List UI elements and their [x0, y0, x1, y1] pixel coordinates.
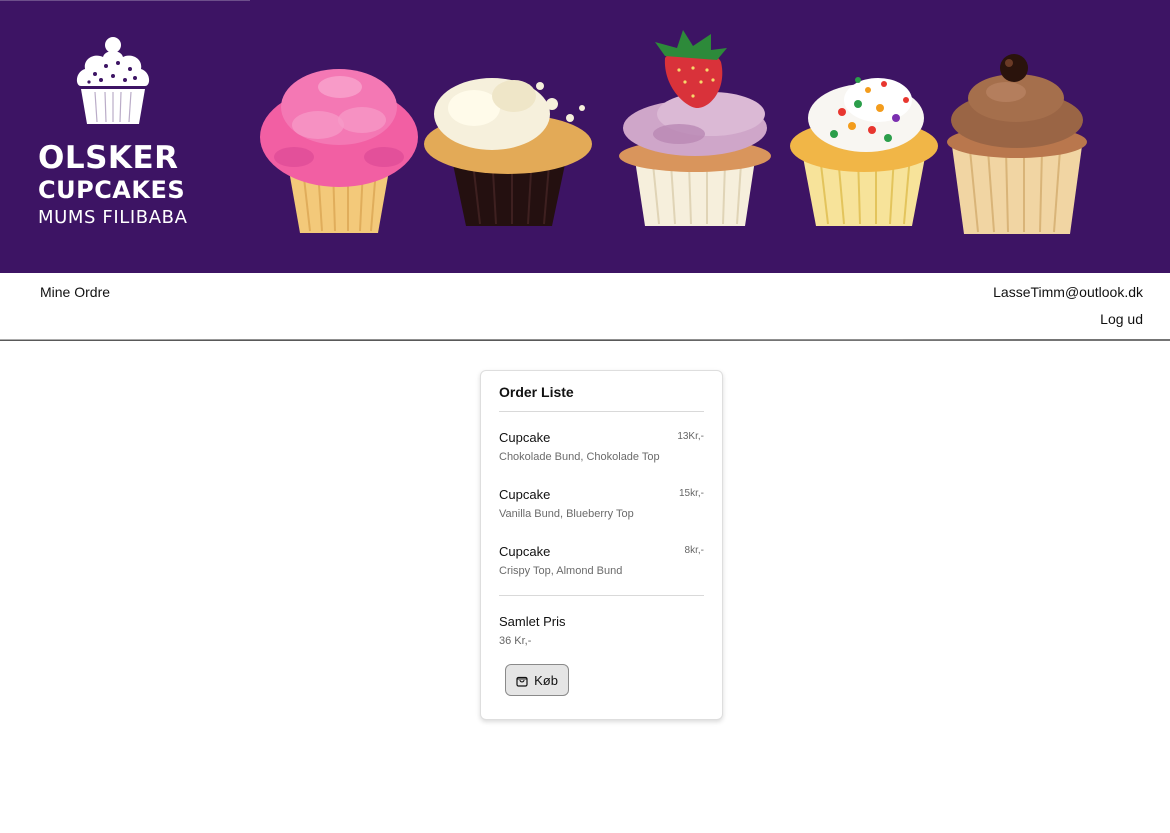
order-item: Cupcake 8kr,- Crispy Top, Almond Bund [499, 544, 704, 584]
order-item-price: 13Kr,- [677, 431, 704, 442]
pink-cupcake-image [260, 69, 418, 233]
buy-button[interactable]: Køb [505, 664, 569, 696]
header-banner: OLSKER CUPCAKES MUMS FILIBABA [0, 0, 1170, 273]
strawberry-cupcake-image [619, 30, 771, 226]
brand-name-line1: OLSKER [38, 140, 179, 176]
order-item-name: Cupcake [499, 487, 551, 502]
user-email: LasseTimm@outlook.dk [993, 284, 1143, 300]
chocolate-cupcake-image [424, 78, 592, 226]
my-orders-link[interactable]: Mine Ordre [40, 284, 110, 300]
order-item-description: Vanilla Bund, Blueberry Top [499, 508, 634, 520]
order-item: Cupcake 13Kr,- Chokolade Bund, Chokolade… [499, 430, 704, 470]
order-item: Cupcake 15kr,- Vanilla Bund, Blueberry T… [499, 487, 704, 527]
sprinkles-cupcake-image [790, 77, 938, 226]
card-divider [499, 595, 704, 596]
total-price-value: 36 Kr,- [499, 635, 532, 647]
order-list-title: Order Liste [499, 384, 574, 400]
brand-tagline: MUMS FILIBABA [38, 207, 188, 228]
order-item-price: 15kr,- [678, 488, 704, 499]
order-item-name: Cupcake [499, 430, 551, 445]
card-divider [499, 411, 704, 412]
brand-logo[interactable]: OLSKER CUPCAKES MUMS FILIBABA [36, 36, 196, 236]
chocolate-frosting-cupcake-image [947, 54, 1087, 234]
logout-link[interactable]: Log ud [1100, 311, 1143, 327]
order-item-description: Chokolade Bund, Chokolade Top [499, 451, 660, 463]
brand-name-line2: CUPCAKES [38, 176, 186, 204]
order-item-description: Crispy Top, Almond Bund [499, 565, 623, 577]
cupcake-logo-icon [76, 37, 150, 124]
order-list-card: Order Liste Cupcake 13Kr,- Chokolade Bun… [480, 370, 723, 720]
shopping-bag-icon [516, 676, 528, 687]
buy-button-label: Køb [534, 672, 558, 688]
order-item-price: 8kr,- [684, 545, 704, 556]
page: OLSKER CUPCAKES MUMS FILIBABA Mine Ordre… [0, 0, 1170, 833]
order-item-name: Cupcake [499, 544, 551, 559]
header-divider [0, 339, 1170, 342]
cupcake-banner-image [250, 10, 1100, 250]
total-price-label: Samlet Pris [499, 614, 566, 629]
